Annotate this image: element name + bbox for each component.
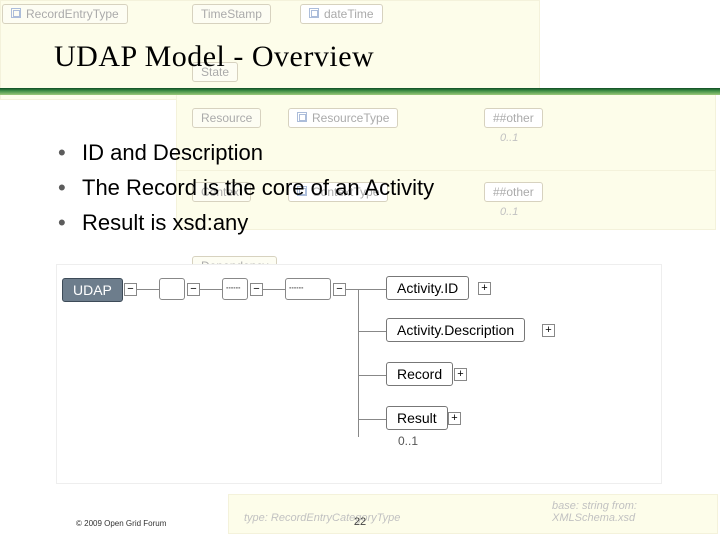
expander-icon: + [542,324,555,337]
expander-icon: − [187,283,200,296]
expander-icon: + [448,412,461,425]
expander-icon: − [333,283,346,296]
cardinality: 0..1 [398,434,418,448]
expander-icon: − [124,283,137,296]
title-rule [0,88,720,95]
page-number: 22 [354,516,366,528]
bullet-item: The Record is the core of an Activity [58,170,434,205]
bullet-item: ID and Description [58,135,434,170]
expander-icon: + [478,282,491,295]
bullet-item: Result is xsd:any [58,205,434,240]
expander-icon: − [250,283,263,296]
copyright: © 2009 Open Grid Forum [76,519,166,528]
bullet-list: ID and Description The Record is the cor… [58,135,434,241]
slide: UDAP Model - Overview ID and Description… [0,0,720,540]
node-record: Record [386,362,453,386]
node-result: Result [386,406,448,430]
page-title: UDAP Model - Overview [54,40,690,74]
node-udap: UDAP [62,278,123,302]
expander-icon: + [454,368,467,381]
node-activity-id: Activity.ID [386,276,469,300]
choice-icon [222,278,248,300]
node-activity-description: Activity.Description [386,318,525,342]
sequence-icon [159,278,185,300]
sequence-icon [285,278,331,300]
